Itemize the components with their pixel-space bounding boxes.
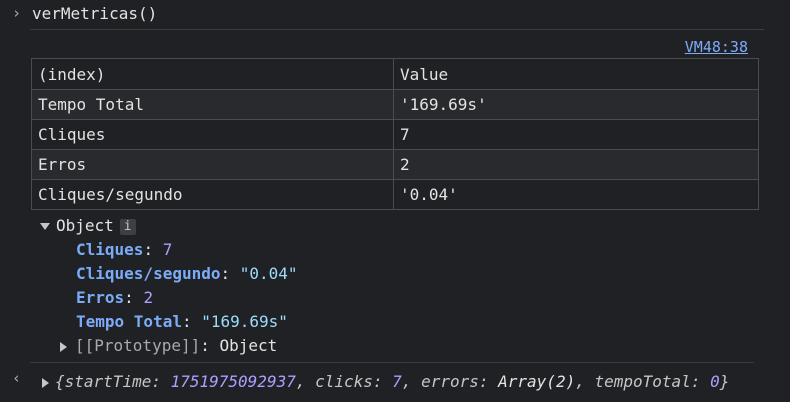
ret-value: Array(2) (498, 372, 576, 391)
ret-key: clicks (315, 372, 373, 391)
table-row: Erros 2 (31, 149, 759, 180)
prop-key: Erros (76, 288, 125, 307)
ret-value: 1751975092937 (170, 372, 296, 391)
table-cell-value: 7 (393, 119, 759, 150)
prompt-chevron-icon: › (12, 4, 22, 22)
table-header-row: (index) Value (31, 58, 759, 90)
prop-value: "0.04" (239, 264, 298, 283)
expand-triangle-icon[interactable] (60, 341, 67, 352)
console-table: (index) Value Tempo Total '169.69s' Cliq… (31, 58, 759, 210)
table-cell-value: 2 (393, 149, 759, 180)
table-cell-value: '0.04' (393, 179, 759, 210)
prototype-value: Object (219, 336, 278, 355)
object-toggle[interactable]: Object i (40, 216, 790, 235)
prototype-key: [[Prototype]] (75, 336, 201, 355)
prototype-toggle[interactable]: [[Prototype]]: Object (60, 336, 790, 355)
object-prop: Tempo Total: "169.69s" (76, 312, 288, 331)
table-header-index[interactable]: (index) (31, 58, 394, 90)
prop-key: Cliques (76, 240, 144, 259)
prop-value: 2 (143, 288, 154, 307)
ret-value: 7 (392, 372, 402, 391)
table-header-value[interactable]: Value (393, 58, 759, 90)
table-row: Tempo Total '169.69s' (31, 89, 759, 120)
prop-value: 7 (162, 240, 173, 259)
ret-key: tempoTotal (594, 372, 691, 391)
expand-triangle-icon[interactable] (40, 223, 50, 230)
table-cell-index: Tempo Total (31, 89, 394, 120)
object-prop: Cliques: 7 (76, 240, 173, 259)
prop-key: Tempo Total (76, 312, 182, 331)
table-cell-value: '169.69s' (393, 89, 759, 120)
divider (30, 362, 754, 363)
table-cell-index: Erros (31, 149, 394, 180)
object-label: Object (56, 216, 114, 235)
table-row: Cliques/segundo '0.04' (31, 179, 759, 210)
prop-key: Cliques/segundo (76, 264, 221, 283)
brace-open: { (55, 372, 65, 391)
return-arrow-icon: ‹ (12, 369, 22, 387)
prop-value: "169.69s" (201, 312, 288, 331)
source-link[interactable]: VM48:38 (685, 38, 748, 56)
info-icon[interactable]: i (119, 218, 136, 235)
object-prop: Erros: 2 (76, 288, 154, 307)
divider (30, 29, 764, 30)
expand-triangle-icon[interactable] (42, 377, 49, 388)
object-prop: Cliques/segundo: "0.04" (76, 264, 298, 283)
brace-close: } (719, 372, 730, 391)
ret-key: errors (421, 372, 479, 391)
table-cell-index: Cliques/segundo (31, 179, 394, 210)
return-value[interactable]: {startTime: 1751975092937, clicks: 7, er… (42, 372, 729, 391)
table-row: Cliques 7 (31, 119, 759, 150)
table-cell-index: Cliques (31, 119, 394, 150)
console-command[interactable]: verMetricas() (32, 4, 157, 23)
ret-value: 0 (710, 372, 720, 391)
ret-key: startTime (64, 372, 152, 391)
